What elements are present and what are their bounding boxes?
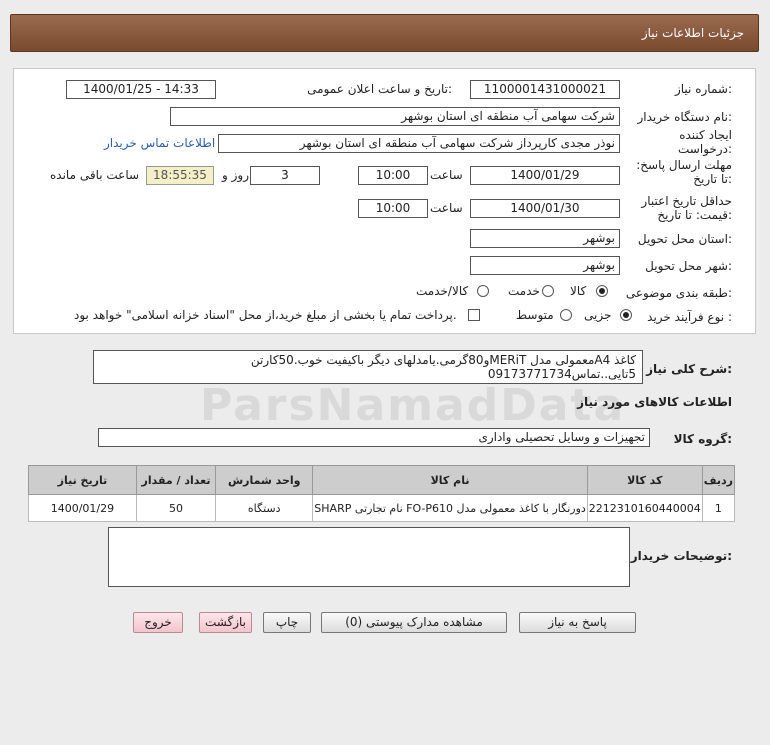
need-number-field: 1100001431000021: [470, 80, 620, 99]
validity-time-label: ساعت: [430, 201, 463, 215]
page-title: جزئیات اطلاعات نیاز: [641, 26, 744, 40]
contact-info-link[interactable]: اطلاعات تماس خریدار: [104, 136, 215, 150]
buyer-org-label: نام دستگاه خریدار:: [637, 110, 733, 124]
deadline-time-field: 10:00: [358, 166, 428, 185]
buyer-notes-field: [108, 527, 630, 587]
remaining-time-field: 18:55:35: [146, 166, 214, 185]
validity-time-field: 10:00: [358, 199, 428, 218]
buyer-notes-label: توضیحات خریدار:: [630, 549, 732, 563]
buyer-org-field: شرکت سهامی آب منطقه ای استان بوشهر: [170, 107, 620, 126]
cell-code: 2212310160440004: [586, 494, 703, 522]
process-partial-label: جزیی: [584, 308, 612, 322]
process-partial-radio[interactable]: [620, 309, 632, 321]
table-header-row: ردیف کد کالا نام کالا واحد شمارش تعداد /…: [28, 465, 736, 495]
process-medium-radio[interactable]: [560, 309, 572, 321]
remaining-label: ساعت باقی مانده: [50, 168, 140, 182]
city-field: بوشهر: [470, 256, 620, 275]
category-label: طبقه بندی موضوعی:: [625, 286, 732, 300]
items-table: ردیف کد کالا نام کالا واحد شمارش تعداد /…: [28, 465, 736, 522]
column-header-row-number: ردیف: [701, 465, 736, 495]
treasury-payment-checkbox[interactable]: [468, 309, 480, 321]
validity-label: حداقل تاریخ اعتبار قیمت: تا تاریخ:: [641, 194, 732, 222]
deadline-date-field: 1400/01/29: [470, 166, 620, 185]
reply-button[interactable]: پاسخ به نیاز: [519, 612, 636, 633]
column-header-unit: واحد شمارش: [215, 465, 314, 495]
category-service-label: خدمت: [508, 284, 540, 298]
cell-name: دورنگار با کاغذ معمولی مدل FO-P610 نام ت…: [312, 494, 588, 522]
description-label: شرح کلی نیاز:: [646, 362, 732, 376]
table-row: 1 2212310160440004 دورنگار با کاغذ معمول…: [28, 494, 736, 522]
announce-field: 1400/01/25 - 14:33: [66, 80, 216, 99]
days-remaining-field: 3: [250, 166, 320, 185]
cell-unit: دستگاه: [215, 494, 314, 522]
creator-field: نوذر مجدی کارپرداز شرکت سهامی آب منطقه ا…: [218, 134, 620, 153]
goods-group-field: تجهیزات و وسایل تحصیلی واداری: [98, 428, 650, 447]
validity-date-field: 1400/01/30: [470, 199, 620, 218]
back-button[interactable]: بازگشت: [199, 612, 252, 633]
cell-date: 1400/01/29: [28, 494, 137, 522]
watermark: ParsNamadData: [200, 380, 626, 431]
title-bar: جزئیات اطلاعات نیاز: [10, 14, 759, 52]
need-number-label: شماره نیاز:: [674, 82, 732, 96]
exit-button[interactable]: خروج: [133, 612, 183, 633]
deadline-label: مهلت ارسال پاسخ: تا تاریخ:: [636, 158, 732, 186]
province-field: بوشهر: [470, 229, 620, 248]
goods-group-label: گروه کالا:: [673, 432, 732, 446]
treasury-payment-label: پرداخت تمام یا بخشی از مبلغ خرید،از محل …: [74, 308, 457, 322]
cell-row-number: 1: [701, 494, 736, 522]
category-goods-radio[interactable]: [596, 285, 608, 297]
category-goods-service-label: کالا/خدمت: [416, 284, 469, 298]
province-label: استان محل تحویل:: [637, 232, 732, 246]
attachments-button[interactable]: مشاهده مدارک پیوستی (0): [321, 612, 507, 633]
column-header-name: نام کالا: [312, 465, 588, 495]
description-field: کاغذ A4معمولی مدل MERiTو80گرمی.یامدلهای …: [93, 350, 643, 384]
process-medium-label: متوسط: [516, 308, 554, 322]
category-service-radio[interactable]: [542, 285, 554, 297]
city-label: شهر محل تحویل:: [645, 259, 732, 273]
category-goods-label: کالا: [570, 284, 587, 298]
goods-info-title: اطلاعات کالاهای مورد نیاز: [577, 395, 732, 409]
announce-label: تاریخ و ساعت اعلان عمومی:: [307, 82, 452, 96]
cell-quantity: 50: [135, 494, 217, 522]
deadline-time-label: ساعت: [430, 168, 463, 182]
column-header-date: تاریخ نیاز: [28, 465, 137, 495]
days-label: روز و: [222, 168, 249, 182]
process-label: نوع فرآیند خرید :: [647, 310, 732, 324]
creator-label: ایجاد کننده درخواست:: [678, 128, 732, 156]
column-header-code: کد کالا: [586, 465, 703, 495]
print-button[interactable]: چاپ: [263, 612, 311, 633]
column-header-quantity: تعداد / مقدار: [135, 465, 217, 495]
category-goods-service-radio[interactable]: [477, 285, 489, 297]
